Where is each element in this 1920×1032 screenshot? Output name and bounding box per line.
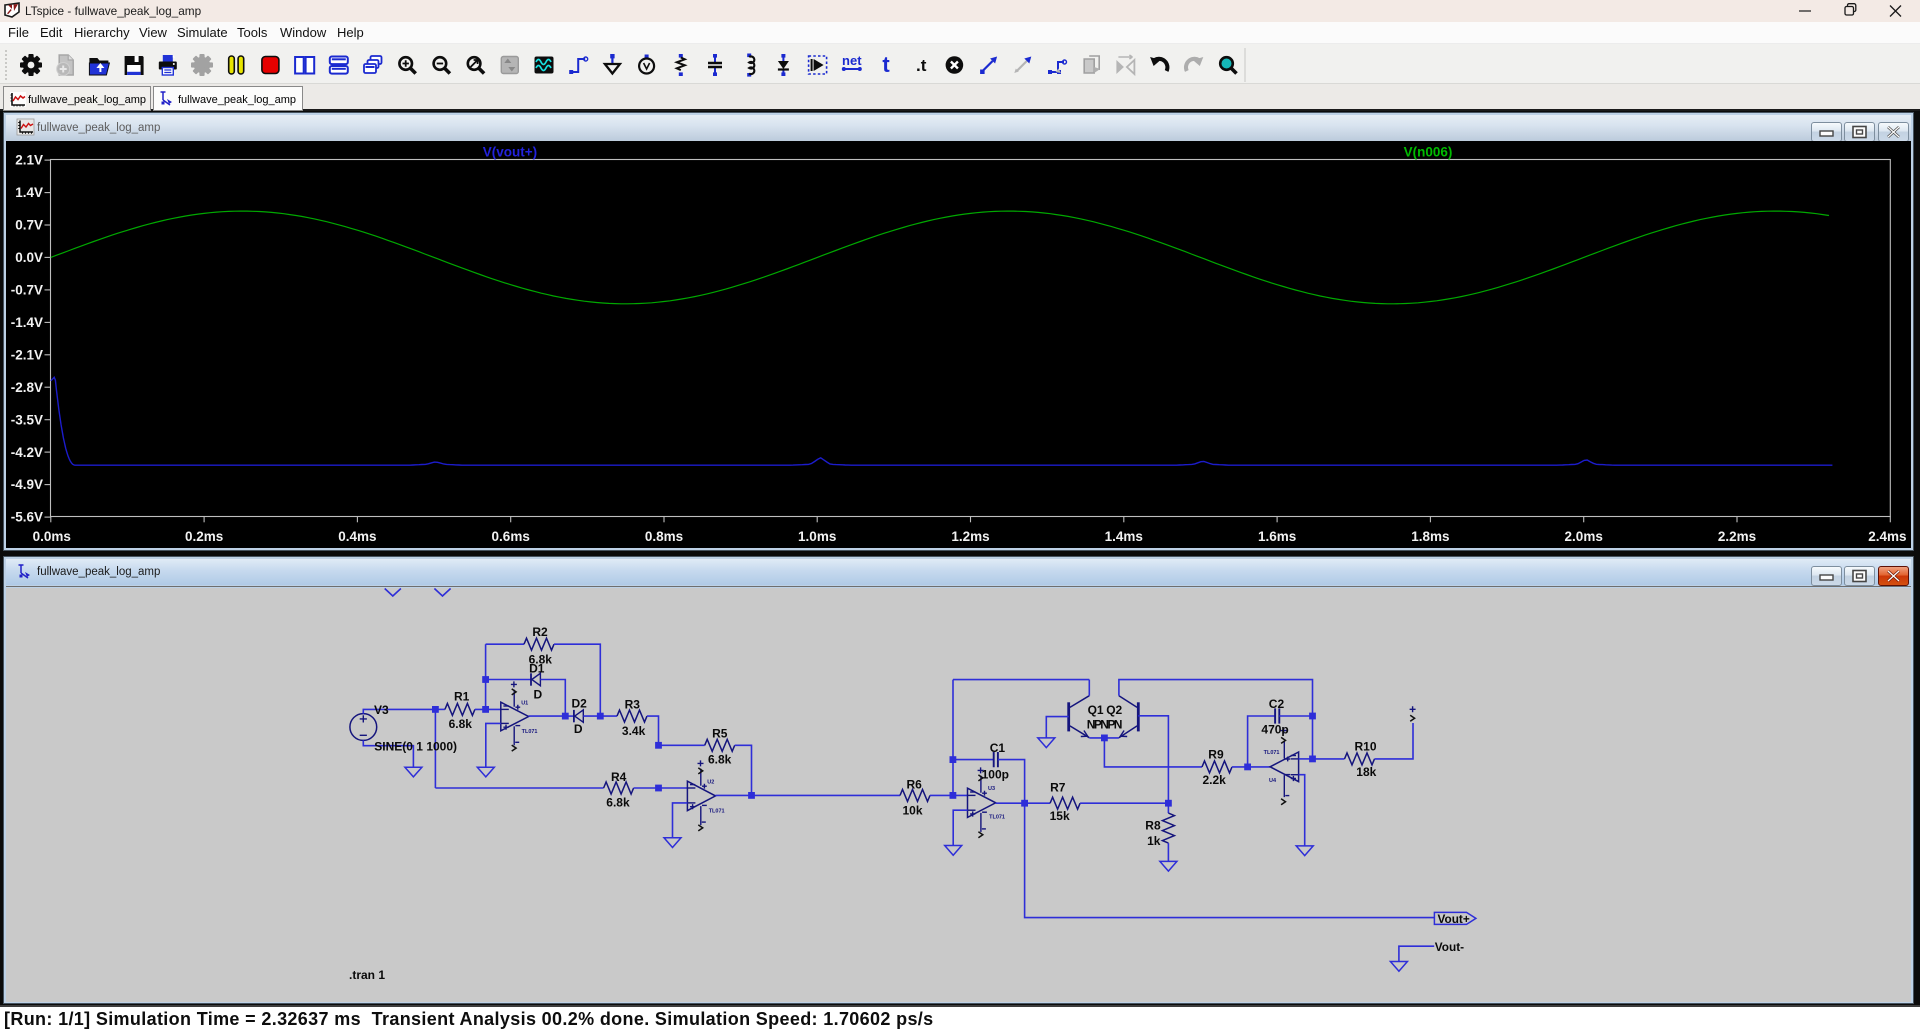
svg-text:Q1: Q1 [1088, 703, 1104, 717]
svg-text:6.8k: 6.8k [449, 717, 473, 731]
svg-text:-5.6V: -5.6V [11, 510, 43, 525]
svg-text:R9: R9 [1208, 748, 1224, 762]
svg-text:TL071: TL071 [522, 729, 538, 735]
svg-text:2.2k: 2.2k [1203, 773, 1227, 787]
svg-text:R6: R6 [907, 778, 923, 792]
svg-text:R3: R3 [625, 698, 641, 712]
svg-text:0.2ms: 0.2ms [185, 529, 223, 544]
svg-text:1.2ms: 1.2ms [951, 529, 989, 544]
svg-text:D: D [534, 687, 543, 701]
svg-text:-1.4V: -1.4V [11, 315, 43, 330]
svg-text:Q2: Q2 [1106, 703, 1122, 717]
svg-text:0.0ms: 0.0ms [33, 529, 71, 544]
svg-text:10k: 10k [903, 803, 923, 817]
svg-text:TL071: TL071 [989, 815, 1005, 821]
svg-text:R8: R8 [1145, 819, 1161, 833]
svg-text:R4: R4 [611, 770, 627, 784]
svg-text:.t: .t [916, 56, 927, 75]
svg-text:0.8ms: 0.8ms [645, 529, 683, 544]
svg-text:D: D [574, 722, 583, 736]
svg-text:Vout+: Vout+ [1438, 912, 1470, 926]
svg-text:C1: C1 [990, 741, 1006, 755]
svg-text:2.2ms: 2.2ms [1718, 529, 1756, 544]
svg-text:V(vout+): V(vout+) [483, 145, 537, 160]
svg-text:2.0ms: 2.0ms [1565, 529, 1603, 544]
svg-text:U1: U1 [521, 701, 528, 707]
svg-text:100p: 100p [982, 767, 1009, 781]
svg-text:V3: V3 [374, 703, 389, 717]
svg-text:1.4V: 1.4V [15, 185, 43, 200]
svg-text:1k: 1k [1147, 834, 1161, 848]
svg-text:0.7V: 0.7V [15, 218, 43, 233]
svg-text:0.6ms: 0.6ms [492, 529, 530, 544]
svg-text:470p: 470p [1261, 723, 1288, 737]
svg-text:D1: D1 [529, 662, 545, 676]
svg-text:C2: C2 [1269, 697, 1285, 711]
svg-text:NPNPN: NPNPN [1087, 718, 1122, 732]
svg-text:TL071: TL071 [1264, 750, 1280, 756]
svg-text:U2: U2 [707, 780, 714, 786]
svg-text:3.4k: 3.4k [622, 724, 646, 738]
svg-text:U4: U4 [1269, 778, 1277, 784]
svg-text:0.4ms: 0.4ms [338, 529, 376, 544]
svg-text:R10: R10 [1355, 740, 1377, 754]
svg-text:6.8k: 6.8k [708, 753, 732, 767]
svg-text:net: net [842, 53, 862, 68]
svg-text:1.4ms: 1.4ms [1105, 529, 1143, 544]
svg-text:SINE(0 1 1000): SINE(0 1 1000) [374, 739, 457, 753]
svg-text:U3: U3 [988, 786, 995, 792]
svg-text:-4.2V: -4.2V [11, 445, 43, 460]
svg-text:1.6ms: 1.6ms [1258, 529, 1296, 544]
svg-text:1.8ms: 1.8ms [1411, 529, 1449, 544]
svg-text:-0.7V: -0.7V [11, 283, 43, 298]
svg-text:-2.1V: -2.1V [11, 347, 43, 362]
svg-text:0.0V: 0.0V [15, 250, 43, 265]
svg-text:18k: 18k [1356, 765, 1376, 779]
svg-text:1.0ms: 1.0ms [798, 529, 836, 544]
svg-text:R2: R2 [532, 625, 548, 639]
svg-text:.tran 1: .tran 1 [349, 968, 385, 982]
svg-text:-4.9V: -4.9V [11, 477, 43, 492]
svg-text:R7: R7 [1050, 781, 1066, 795]
svg-text:Vout-: Vout- [1435, 940, 1464, 954]
svg-text:2.4ms: 2.4ms [1868, 529, 1906, 544]
svg-text:2.1V: 2.1V [15, 153, 43, 168]
svg-text:-3.5V: -3.5V [11, 412, 43, 427]
svg-text:15k: 15k [1050, 809, 1070, 823]
svg-text:6.8k: 6.8k [606, 796, 630, 810]
svg-text:TL071: TL071 [709, 809, 725, 815]
svg-text:D2: D2 [572, 696, 588, 710]
svg-text:R1: R1 [454, 689, 470, 703]
svg-text:-2.8V: -2.8V [11, 380, 43, 395]
svg-text:V(n006): V(n006) [1404, 145, 1453, 160]
svg-text:t: t [882, 52, 890, 77]
svg-text:R5: R5 [712, 726, 728, 740]
